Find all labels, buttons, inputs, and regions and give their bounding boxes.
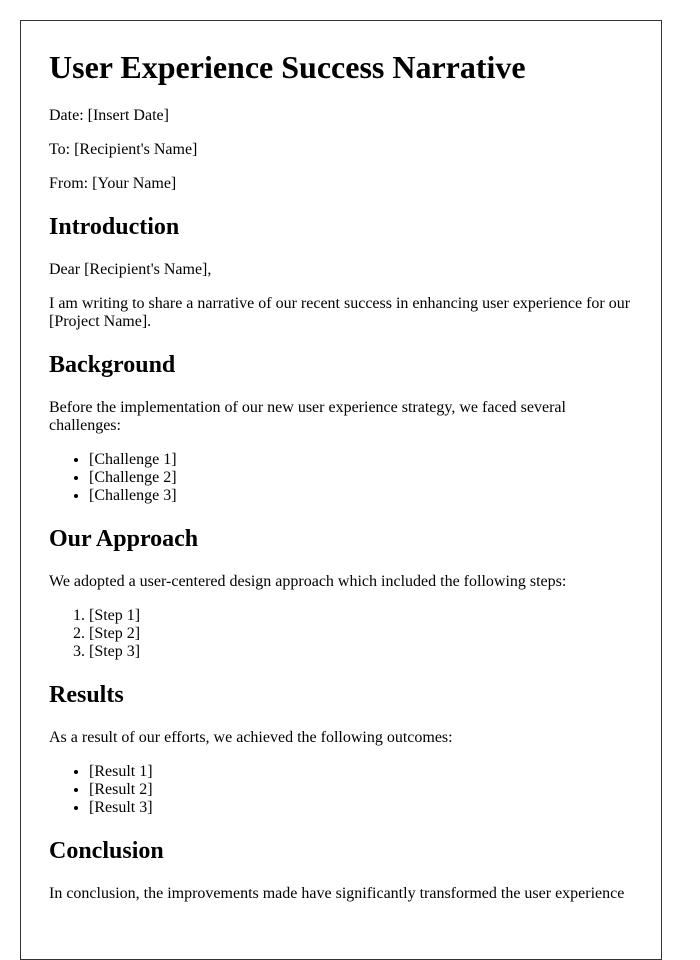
results-section: Results As a result of our efforts, we a… xyxy=(49,681,633,817)
letter-container: User Experience Success Narrative Date: … xyxy=(20,20,662,960)
list-item: [Result 3] xyxy=(89,799,633,817)
approach-section: Our Approach We adopted a user-centered … xyxy=(49,525,633,661)
results-heading: Results xyxy=(49,682,124,708)
introduction-section: Introduction Dear [Recipient's Name], I … xyxy=(49,213,633,331)
to-line: To: [Recipient's Name] xyxy=(49,141,198,158)
background-heading: Background xyxy=(49,352,176,378)
introduction-paragraph: I am writing to share a narrative of our… xyxy=(49,295,631,330)
approach-heading: Our Approach xyxy=(49,526,199,552)
background-section: Background Before the implementation of … xyxy=(49,351,633,505)
list-item: [Challenge 2] xyxy=(89,469,633,487)
conclusion-section: Conclusion In conclusion, the improvemen… xyxy=(49,837,633,903)
conclusion-heading: Conclusion xyxy=(49,838,164,864)
list-item: [Challenge 1] xyxy=(89,451,633,469)
list-item: [Result 2] xyxy=(89,781,633,799)
salutation: Dear [Recipient's Name], xyxy=(49,261,212,278)
from-line: From: [Your Name] xyxy=(49,175,177,192)
results-paragraph: As a result of our efforts, we achieved … xyxy=(49,729,453,746)
list-item: [Challenge 3] xyxy=(89,487,633,505)
date-line: Date: [Insert Date] xyxy=(49,107,169,124)
challenges-list: [Challenge 1] [Challenge 2] [Challenge 3… xyxy=(49,451,633,505)
page-title: User Experience Success Narrative xyxy=(49,49,526,85)
background-paragraph: Before the implementation of our new use… xyxy=(49,399,566,434)
conclusion-paragraph: In conclusion, the improvements made hav… xyxy=(49,885,625,902)
list-item: [Step 1] xyxy=(89,607,633,625)
steps-list: [Step 1] [Step 2] [Step 3] xyxy=(49,607,633,661)
list-item: [Step 3] xyxy=(89,643,633,661)
introduction-heading: Introduction xyxy=(49,214,180,240)
approach-paragraph: We adopted a user-centered design approa… xyxy=(49,573,567,590)
list-item: [Result 1] xyxy=(89,763,633,781)
results-list: [Result 1] [Result 2] [Result 3] xyxy=(49,763,633,817)
list-item: [Step 2] xyxy=(89,625,633,643)
